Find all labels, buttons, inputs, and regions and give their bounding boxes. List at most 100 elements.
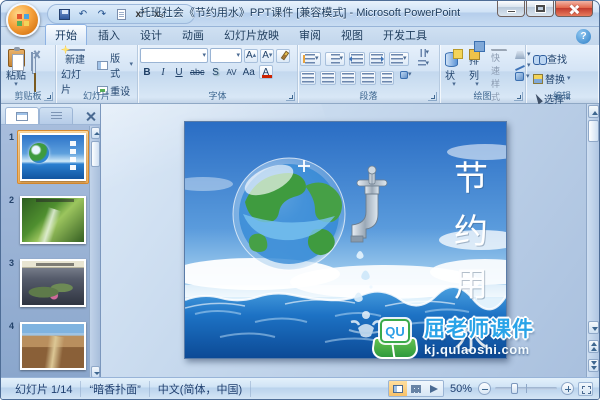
watermark-book-icon: QU xyxy=(370,313,420,361)
bold-button[interactable]: B xyxy=(140,65,154,79)
font-color-button[interactable]: A xyxy=(258,65,273,79)
tab-outline[interactable] xyxy=(39,107,73,124)
tab-insert[interactable]: 插入 xyxy=(89,25,129,45)
window-controls xyxy=(496,1,593,17)
slideshow-button[interactable] xyxy=(424,381,443,396)
find-button[interactable]: 查找 xyxy=(531,50,596,67)
slide-1-thumbnail-image xyxy=(20,133,86,181)
strikethrough-button[interactable]: abc xyxy=(188,65,207,79)
status-bar: 幻灯片 1/14 “暗香扑面” 中文(简体，中国) 50% xyxy=(1,377,599,399)
align-left-button[interactable] xyxy=(300,71,316,85)
customize-qat-button[interactable]: ▾ xyxy=(170,6,186,22)
tab-design[interactable]: 设计 xyxy=(131,25,171,45)
normal-view-button[interactable] xyxy=(388,381,407,396)
close-button[interactable] xyxy=(555,1,593,17)
maximize-button[interactable] xyxy=(526,1,554,17)
align-text-button[interactable]: ▾ xyxy=(416,59,432,69)
scroll-up-icon[interactable] xyxy=(91,127,100,139)
numbering-button[interactable]: ▾ xyxy=(324,51,346,66)
zoom-level[interactable]: 50% xyxy=(448,383,474,395)
office-button[interactable] xyxy=(6,3,40,37)
print-preview-button[interactable] xyxy=(113,6,129,22)
minimize-button[interactable] xyxy=(497,1,525,17)
arrange-button[interactable]: 排列 ▾ xyxy=(466,41,488,90)
zoom-slider-thumb[interactable] xyxy=(511,383,519,394)
convert-smartart-button[interactable]: ▾ xyxy=(398,70,414,80)
fit-to-window-button[interactable] xyxy=(578,381,593,396)
underline-button[interactable]: U xyxy=(172,65,186,79)
slide-editing-area: 节 节 约 约 用 用 水 QU 屈老师课件 kj.qulaoshi.com xyxy=(101,104,586,379)
panel-scrollbar[interactable] xyxy=(89,126,100,379)
tab-developer[interactable]: 开发工具 xyxy=(374,25,436,45)
previous-slide-button[interactable] xyxy=(588,340,599,353)
align-center-button[interactable] xyxy=(320,71,336,85)
chevron-down-icon: ▾ xyxy=(403,54,407,62)
editing-group: 查找 替换 ▾ 选择 ▾ 编辑 xyxy=(526,45,598,106)
increase-indent-button[interactable] xyxy=(369,51,386,66)
font-size-combo[interactable]: ▾ xyxy=(210,48,242,63)
view-switcher xyxy=(387,380,444,397)
layout-button[interactable]: 版式 ▾ xyxy=(95,49,135,81)
tab-home[interactable]: 开始 xyxy=(45,24,87,45)
shapes-button[interactable]: 形状 ▾ xyxy=(442,47,466,90)
numbering-icon xyxy=(330,53,340,64)
scroll-down-button[interactable] xyxy=(588,321,599,334)
zoom-out-button[interactable] xyxy=(478,382,491,395)
paste-button[interactable]: 粘贴 ▾ xyxy=(3,47,29,90)
zoom-slider-tick xyxy=(526,384,527,393)
vertical-scrollbar[interactable] xyxy=(586,104,599,379)
change-case-button[interactable]: Aa xyxy=(241,65,257,79)
help-button[interactable]: ? xyxy=(576,29,591,44)
panel-scrollbar-thumb[interactable] xyxy=(91,141,100,167)
character-spacing-button[interactable]: AV xyxy=(225,65,239,79)
line-spacing-button[interactable]: ▾ xyxy=(389,51,409,66)
tab-slides-thumbnails[interactable] xyxy=(5,107,39,124)
superscript-button[interactable]: x² xyxy=(132,6,148,22)
scroll-up-button[interactable] xyxy=(588,105,599,118)
next-slide-button[interactable] xyxy=(588,359,599,372)
subscript-button[interactable]: x₂ xyxy=(151,6,167,22)
line-spacing-icon xyxy=(391,53,404,64)
quick-styles-button[interactable]: 快速样式 xyxy=(488,47,510,102)
text-shadow-button[interactable]: S xyxy=(209,65,223,79)
tab-slideshow[interactable]: 幻灯片放映 xyxy=(215,25,288,45)
tab-view[interactable]: 视图 xyxy=(332,25,372,45)
drawing-dialog-launcher[interactable] xyxy=(514,92,523,101)
clipboard-group: 粘贴 ▾ 剪贴板 xyxy=(1,45,56,103)
tab-review[interactable]: 审阅 xyxy=(290,25,330,45)
font-name-combo[interactable]: ▾ xyxy=(140,48,208,63)
clipboard-dialog-launcher[interactable] xyxy=(44,92,53,101)
replace-button[interactable]: 替换 ▾ xyxy=(531,70,596,87)
theme-name: “暗香扑面” xyxy=(81,380,150,397)
shrink-font-button[interactable]: A ▾ xyxy=(260,48,275,63)
font-dialog-launcher[interactable] xyxy=(286,92,295,101)
tab-animations[interactable]: 动画 xyxy=(173,25,213,45)
bullets-button[interactable]: ▾ xyxy=(300,51,321,66)
redo-button[interactable]: ↷ xyxy=(94,6,110,22)
undo-button[interactable]: ↶ xyxy=(75,6,91,22)
text-direction-button[interactable]: ▾ xyxy=(416,48,432,58)
decrease-indent-button[interactable] xyxy=(349,51,366,66)
chevron-down-icon: ▾ xyxy=(567,74,571,82)
align-right-button[interactable] xyxy=(340,71,356,85)
scrollbar-thumb[interactable] xyxy=(588,120,599,142)
slide-sorter-button[interactable] xyxy=(406,381,425,396)
svg-text:用: 用 xyxy=(454,266,488,304)
paragraph-dialog-launcher[interactable] xyxy=(428,92,437,101)
grow-font-button[interactable]: A ▴ xyxy=(244,48,259,63)
clear-formatting-button[interactable] xyxy=(276,48,291,63)
columns-button[interactable] xyxy=(380,71,394,85)
save-button[interactable] xyxy=(56,6,72,22)
thumbnail-slide-3[interactable]: 3 xyxy=(3,256,89,310)
thumbnail-slide-4[interactable]: 4 xyxy=(3,319,89,373)
italic-button[interactable]: I xyxy=(156,65,170,79)
zoom-in-button[interactable] xyxy=(561,382,574,395)
close-panel-button[interactable] xyxy=(86,111,96,121)
thumbnail-slide-2[interactable]: 2 xyxy=(3,193,89,247)
language-indicator[interactable]: 中文(简体，中国) xyxy=(150,380,252,397)
new-slide-button[interactable]: 新建 幻灯片 xyxy=(58,47,92,96)
justify-button[interactable] xyxy=(360,71,376,85)
chevron-down-icon: ▾ xyxy=(339,54,344,62)
thumbnail-slide-1[interactable]: 1 xyxy=(3,130,89,184)
zoom-slider[interactable] xyxy=(495,383,557,394)
